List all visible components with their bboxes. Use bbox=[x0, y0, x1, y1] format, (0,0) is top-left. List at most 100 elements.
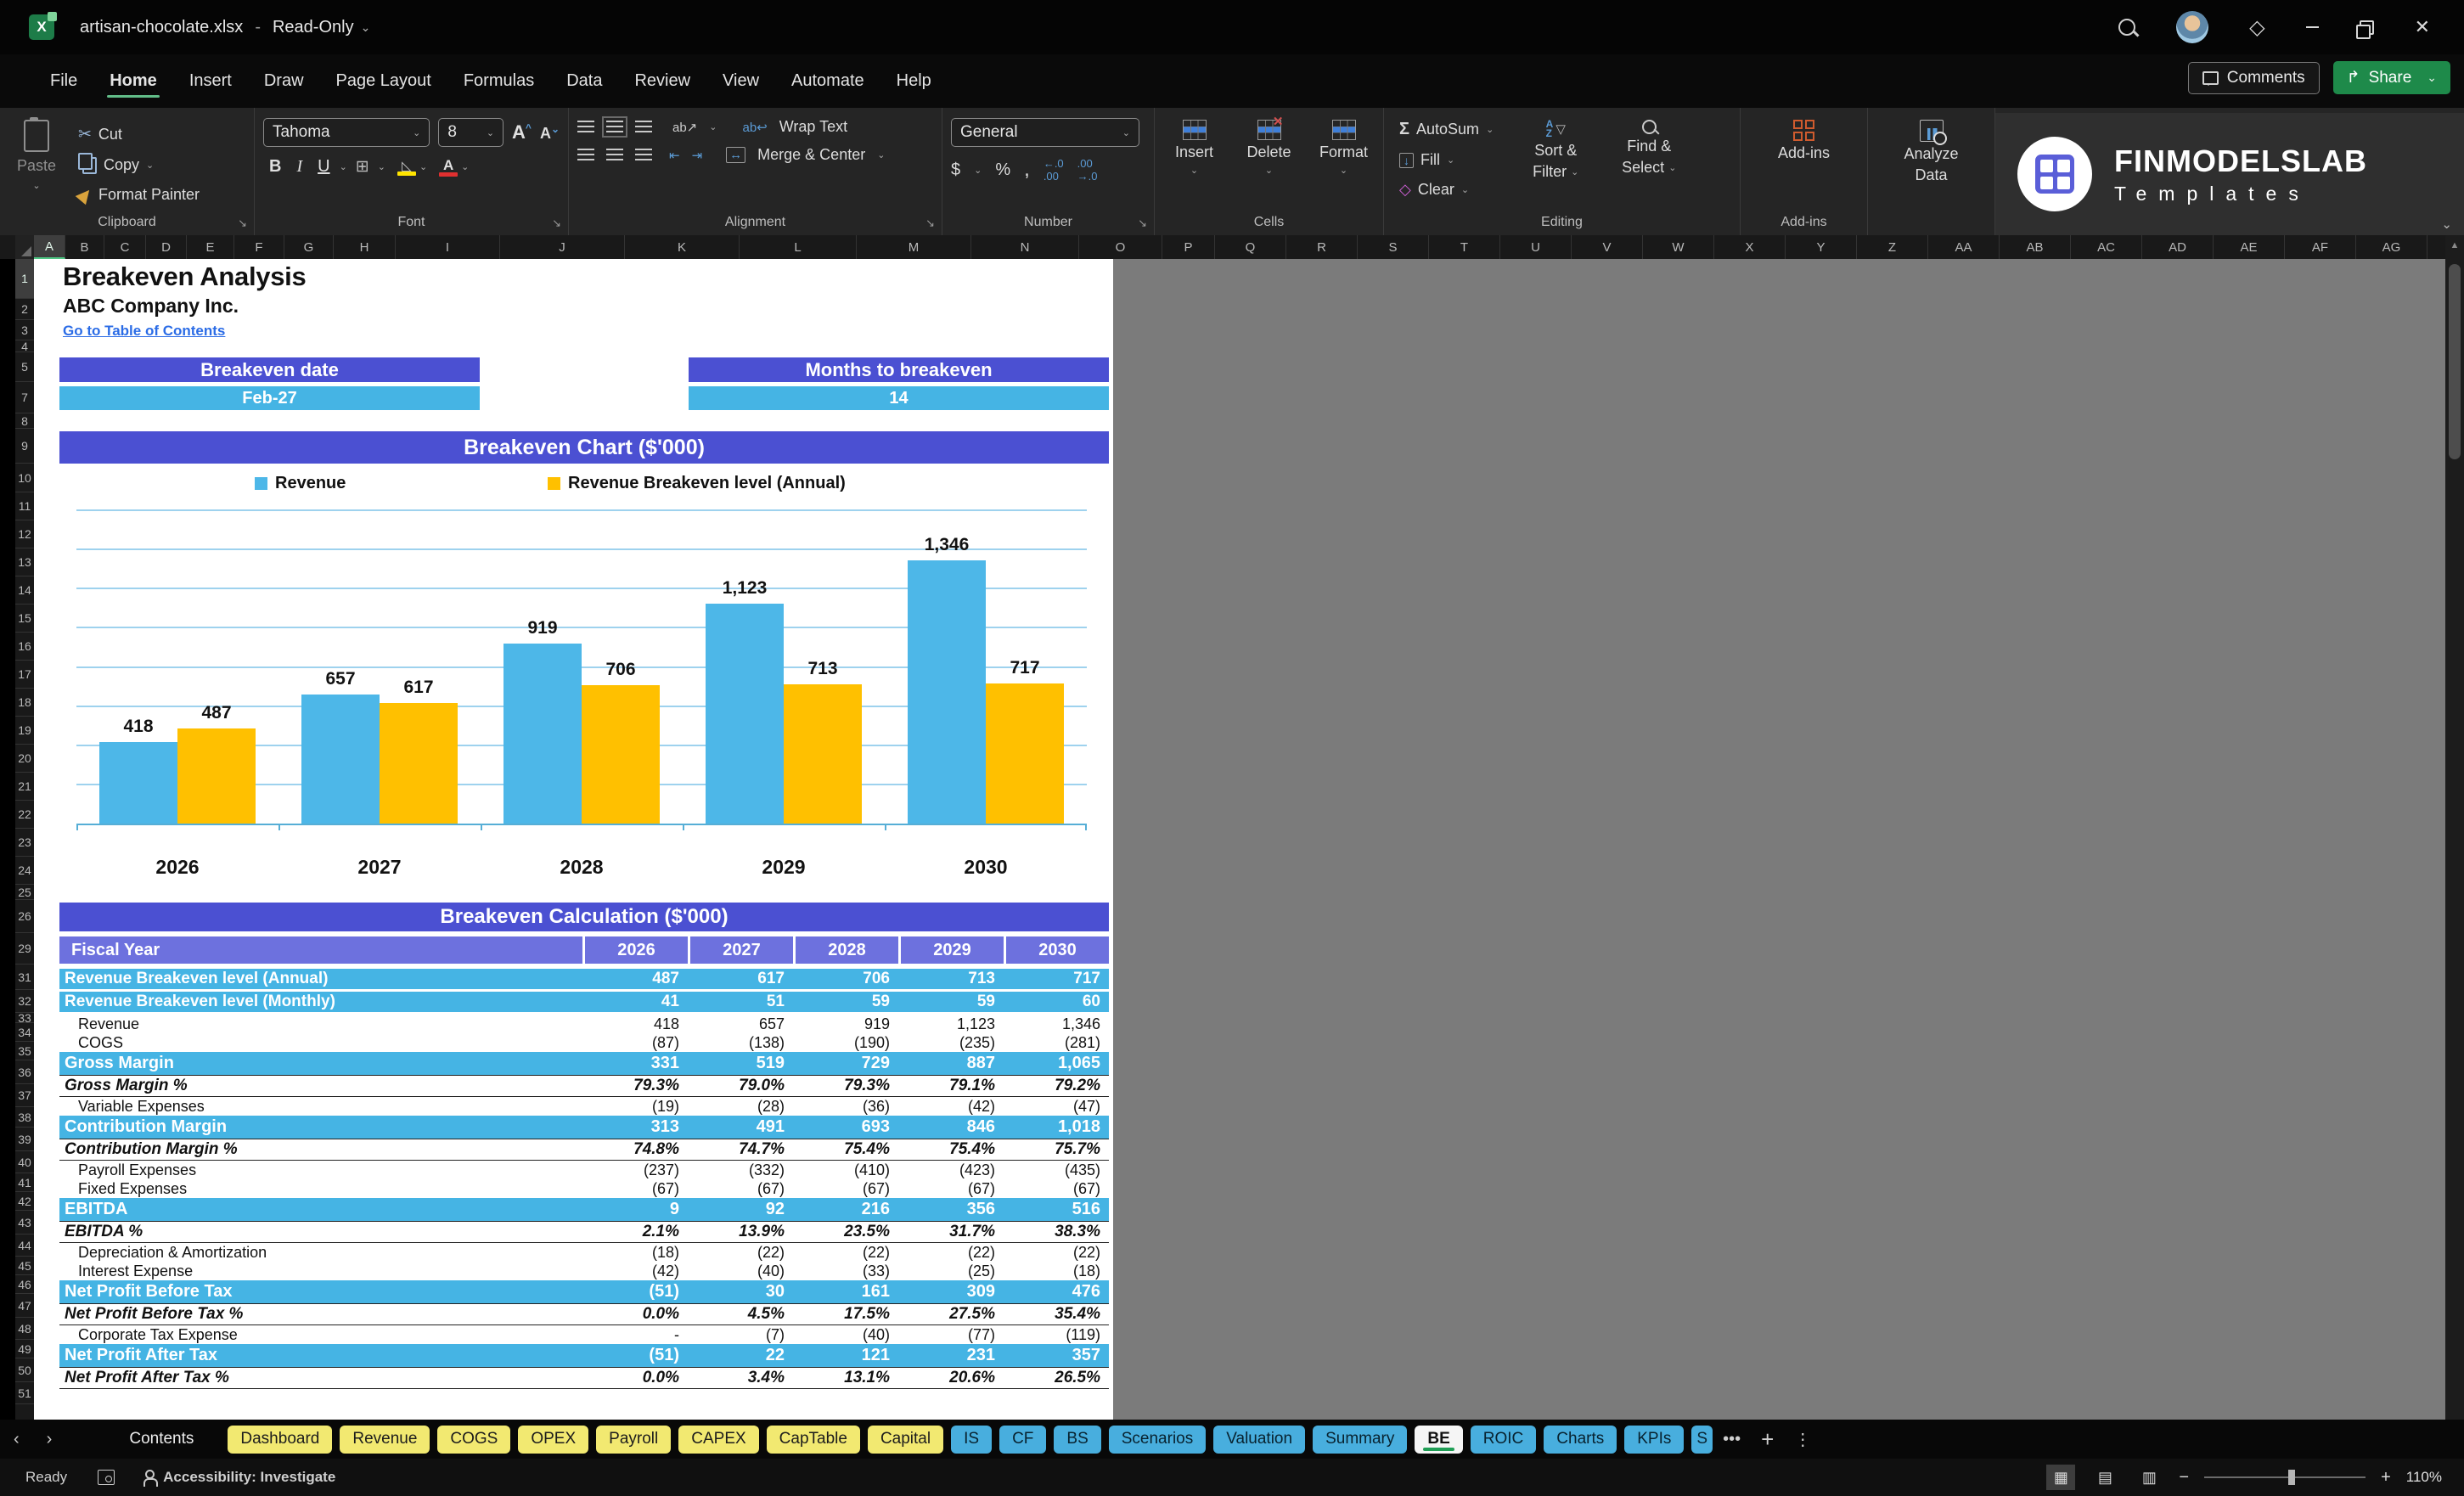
cell[interactable]: (19) bbox=[582, 1097, 688, 1116]
cell[interactable]: 2.1% bbox=[582, 1222, 688, 1242]
table-row-ebitda[interactable]: EBITDA992216356516 bbox=[59, 1198, 1109, 1221]
column-header-R[interactable]: R bbox=[1286, 235, 1358, 259]
row-header-41[interactable]: 41 bbox=[15, 1173, 34, 1192]
column-header-L[interactable]: L bbox=[740, 235, 857, 259]
column-header-G[interactable]: G bbox=[284, 235, 334, 259]
column-header-X[interactable]: X bbox=[1714, 235, 1786, 259]
cell[interactable]: (42) bbox=[582, 1262, 688, 1280]
cell[interactable]: 491 bbox=[688, 1116, 793, 1139]
column-header-AB[interactable]: AB bbox=[2000, 235, 2071, 259]
cell[interactable]: 92 bbox=[688, 1198, 793, 1221]
column-header-M[interactable]: M bbox=[857, 235, 971, 259]
cell[interactable]: 617 bbox=[688, 969, 793, 989]
row-header-35[interactable]: 35 bbox=[15, 1042, 34, 1060]
cell[interactable]: 713 bbox=[898, 969, 1004, 989]
sheet-tab-s[interactable]: S bbox=[1691, 1426, 1713, 1454]
sheet-tab-opex[interactable]: OPEX bbox=[518, 1426, 588, 1454]
cell[interactable]: (435) bbox=[1004, 1161, 1109, 1179]
column-header-AG[interactable]: AG bbox=[2356, 235, 2427, 259]
comments-button[interactable]: Comments bbox=[2188, 62, 2320, 94]
sheet-tab-summary[interactable]: Summary bbox=[1313, 1426, 1407, 1454]
column-header-V[interactable]: V bbox=[1572, 235, 1643, 259]
cell[interactable]: 487 bbox=[582, 969, 688, 989]
cell[interactable]: 313 bbox=[582, 1116, 688, 1139]
sheet-tab-capital[interactable]: Capital bbox=[868, 1426, 943, 1454]
zoom-level[interactable]: 110% bbox=[2406, 1469, 2442, 1486]
row-header-29[interactable]: 29 bbox=[15, 933, 34, 965]
cell[interactable]: 476 bbox=[1004, 1280, 1109, 1303]
table-row-gross-margin[interactable]: Gross Margin3315197298871,065 bbox=[59, 1052, 1109, 1075]
row-header-42[interactable]: 42 bbox=[15, 1192, 34, 1211]
cell[interactable]: (410) bbox=[793, 1161, 898, 1179]
increase-decimal-icon[interactable]: ←.0.00 bbox=[1044, 157, 1064, 183]
column-header-H[interactable]: H bbox=[334, 235, 396, 259]
page-break-view-button[interactable]: ▥ bbox=[2135, 1465, 2163, 1490]
cell[interactable]: (7) bbox=[688, 1325, 793, 1344]
cell[interactable]: 27.5% bbox=[898, 1304, 1004, 1324]
column-header-AD[interactable]: AD bbox=[2142, 235, 2214, 259]
column-header-AF[interactable]: AF bbox=[2285, 235, 2356, 259]
cell[interactable]: 846 bbox=[898, 1116, 1004, 1139]
cell[interactable]: 30 bbox=[688, 1280, 793, 1303]
cell[interactable]: 3.4% bbox=[688, 1368, 793, 1388]
menu-tab-help[interactable]: Help bbox=[880, 61, 948, 101]
row-header-22[interactable]: 22 bbox=[15, 801, 34, 829]
months-to-breakeven-header[interactable]: Months to breakeven bbox=[689, 357, 1109, 382]
row-header-40[interactable]: 40 bbox=[15, 1151, 34, 1173]
row-header-38[interactable]: 38 bbox=[15, 1107, 34, 1128]
chevron-down-icon[interactable]: ⌄ bbox=[378, 161, 385, 172]
italic-button[interactable]: I bbox=[290, 157, 308, 177]
font-dialog-launcher[interactable]: ↘ bbox=[552, 217, 561, 230]
cell[interactable]: 20.6% bbox=[898, 1368, 1004, 1388]
cell[interactable]: 17.5% bbox=[793, 1304, 898, 1324]
cell[interactable]: (40) bbox=[793, 1325, 898, 1344]
row-header-50[interactable]: 50 bbox=[15, 1358, 34, 1382]
cell[interactable]: (281) bbox=[1004, 1033, 1109, 1052]
workbook-filename[interactable]: artisan-chocolate.xlsx bbox=[80, 18, 243, 37]
chevron-down-icon[interactable]: ⌄ bbox=[361, 20, 371, 35]
column-header-E[interactable]: E bbox=[187, 235, 234, 259]
cell[interactable]: (235) bbox=[898, 1033, 1004, 1052]
row-header-16[interactable]: 16 bbox=[15, 633, 34, 661]
sheet-tab-payroll[interactable]: Payroll bbox=[596, 1426, 671, 1454]
table-of-contents-link[interactable]: Go to Table of Contents bbox=[63, 323, 225, 340]
table-row-corporate-tax-expense[interactable]: Corporate Tax Expense-(7)(40)(77)(119) bbox=[59, 1325, 1109, 1344]
cell[interactable]: (190) bbox=[793, 1033, 898, 1052]
menu-tab-home[interactable]: Home bbox=[93, 61, 173, 101]
number-format-select[interactable]: General⌄ bbox=[951, 118, 1139, 147]
avatar[interactable] bbox=[2176, 11, 2208, 43]
table-row-payroll-expenses[interactable]: Payroll Expenses(237)(332)(410)(423)(435… bbox=[59, 1161, 1109, 1179]
menu-tab-view[interactable]: View bbox=[706, 61, 775, 101]
row-header-32[interactable]: 32 bbox=[15, 990, 34, 1013]
cell[interactable]: 161 bbox=[793, 1280, 898, 1303]
cell[interactable]: 79.3% bbox=[793, 1076, 898, 1096]
column-header-P[interactable]: P bbox=[1162, 235, 1215, 259]
sheet-tab-dashboard[interactable]: Dashboard bbox=[228, 1426, 332, 1454]
cell[interactable]: 23.5% bbox=[793, 1222, 898, 1242]
sheet-tab-contents[interactable]: Contents bbox=[116, 1426, 206, 1454]
macro-record-icon[interactable] bbox=[98, 1470, 115, 1485]
cell[interactable]: 1,065 bbox=[1004, 1052, 1109, 1075]
cell[interactable]: 75.4% bbox=[793, 1139, 898, 1160]
cell[interactable]: (67) bbox=[793, 1179, 898, 1198]
row-header-46[interactable]: 46 bbox=[15, 1275, 34, 1294]
worksheet-gray-area[interactable] bbox=[1113, 259, 2445, 1420]
sheet-tab-cogs[interactable]: COGS bbox=[437, 1426, 510, 1454]
cell[interactable]: (67) bbox=[582, 1179, 688, 1198]
breakeven-date-value[interactable]: Feb-27 bbox=[59, 386, 480, 410]
orientation-icon[interactable]: ab↗ bbox=[672, 120, 697, 135]
chevron-down-icon[interactable]: ⌄ bbox=[340, 161, 347, 172]
sheet-tab-be[interactable]: BE bbox=[1415, 1426, 1462, 1454]
row-header-18[interactable]: 18 bbox=[15, 689, 34, 717]
menu-tab-insert[interactable]: Insert bbox=[173, 61, 248, 101]
cell[interactable]: (47) bbox=[1004, 1097, 1109, 1116]
cell[interactable]: 60 bbox=[1004, 992, 1109, 1012]
table-row-contribution-margin-[interactable]: Contribution Margin %74.8%74.7%75.4%75.4… bbox=[59, 1139, 1109, 1161]
cell[interactable]: (138) bbox=[688, 1033, 793, 1052]
table-row-depreciation-amortization[interactable]: Depreciation & Amortization(18)(22)(22)(… bbox=[59, 1243, 1109, 1262]
column-header-B[interactable]: B bbox=[65, 235, 104, 259]
cell[interactable]: 887 bbox=[898, 1052, 1004, 1075]
row-header-36[interactable]: 36 bbox=[15, 1060, 34, 1084]
column-header-K[interactable]: K bbox=[625, 235, 740, 259]
row-header-15[interactable]: 15 bbox=[15, 605, 34, 633]
